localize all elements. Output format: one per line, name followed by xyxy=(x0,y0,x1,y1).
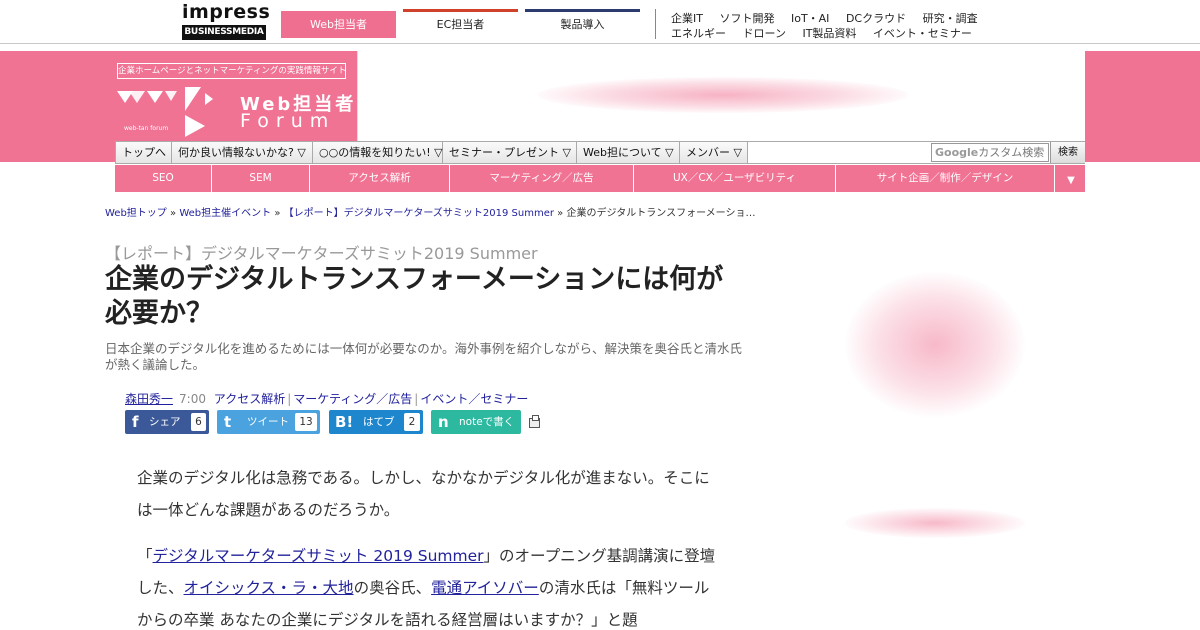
note-icon: n xyxy=(438,413,449,431)
breadcrumb-sep: » xyxy=(274,208,281,219)
site-logo-small: web-tan forum xyxy=(124,125,169,132)
menu-item-want-info[interactable]: ○○の情報を知りたい! ▽ xyxy=(313,142,443,163)
company-link[interactable]: オイシックス・ラ・大地 xyxy=(184,579,354,597)
note-write-button[interactable]: n noteで書く xyxy=(431,410,521,434)
publish-time: 7:00 xyxy=(179,392,206,406)
tag-link[interactable]: アクセス解析 xyxy=(214,392,285,406)
article-paragraph: 企業のデジタル化は急務である。しかし、なかなかデジタル化が進まない。そこには一体… xyxy=(137,469,710,519)
search-input[interactable]: Googleカスタム検索 xyxy=(931,143,1049,162)
category-site-design[interactable]: サイト企画／制作／デザイン xyxy=(836,165,1055,192)
network-link[interactable]: エネルギー xyxy=(671,27,726,40)
tag-separator: | xyxy=(287,392,292,406)
author-link[interactable]: 森田秀一 xyxy=(125,392,173,406)
text: の奥谷氏、 xyxy=(353,579,432,597)
article-title-line2: 必要か？ xyxy=(105,298,213,329)
text: 「 xyxy=(137,547,153,565)
hatena-bookmark-count: 2 xyxy=(404,413,420,431)
tab-web-tantousha[interactable]: Web担当者 xyxy=(281,11,396,38)
search-placeholder: カスタム検索 xyxy=(978,146,1045,159)
category-marketing[interactable]: マーケティング／広告 xyxy=(450,165,634,192)
facebook-share-button[interactable]: f シェア 6 xyxy=(125,410,209,434)
category-ux[interactable]: UX／CX／ユーザビリティ xyxy=(634,165,836,192)
banner-ad-image xyxy=(538,77,908,113)
facebook-share-label: シェア xyxy=(149,416,181,428)
tag-link[interactable]: マーケティング／広告 xyxy=(293,392,412,406)
divider xyxy=(655,9,656,39)
banner-ad[interactable] xyxy=(357,51,1085,141)
network-links-row2: エネルギー ドローン IT製品資料 イベント・セミナー xyxy=(671,25,985,41)
article-lead: 日本企業のデジタル化を進めるためには一体何が必要なのか。海外事例を紹介しながら、… xyxy=(105,341,743,372)
category-access-analysis[interactable]: アクセス解析 xyxy=(310,165,450,192)
hatena-bookmark-label: はてブ xyxy=(363,416,395,428)
network-link[interactable]: 企業IT xyxy=(671,12,703,25)
breadcrumb-sep: » xyxy=(557,208,564,219)
twitter-share-button[interactable]: t ツイート 13 xyxy=(217,410,320,434)
sidebar-ad[interactable] xyxy=(845,508,1025,538)
hatena-bookmark-button[interactable]: B! はてブ 2 xyxy=(329,410,423,434)
impress-sub-wordmark: BUSINESSMEDIA xyxy=(182,25,266,40)
network-link[interactable]: IoT・AI xyxy=(791,12,829,25)
network-link[interactable]: ドローン xyxy=(743,27,786,40)
tab-seihin-dounyu[interactable]: 製品導入 xyxy=(525,9,640,37)
facebook-icon: f xyxy=(132,413,139,431)
facebook-share-count: 6 xyxy=(191,413,206,431)
menu-item-member[interactable]: メンバー ▽ xyxy=(680,142,748,163)
impress-wordmark: impress xyxy=(182,1,271,23)
breadcrumb-current: 企業のデジタルトランスフォーメーショ… xyxy=(566,208,756,219)
category-sem[interactable]: SEM xyxy=(212,165,310,192)
tag-link[interactable]: イベント／セミナー xyxy=(420,392,528,406)
menu-item-seminar[interactable]: セミナー・プレゼント ▽ xyxy=(443,142,577,163)
network-link[interactable]: ソフト開発 xyxy=(719,12,774,25)
google-brand: Google xyxy=(935,146,979,159)
menu-item-good-info[interactable]: 何か良い情報ないかな? ▽ xyxy=(172,142,313,163)
note-write-label: noteで書く xyxy=(459,416,515,428)
print-icon[interactable] xyxy=(529,415,540,428)
site-tagline: 企業ホームページとネットマーケティングの実践情報サイト xyxy=(117,63,346,79)
tag-separator: | xyxy=(414,392,419,406)
impress-logo[interactable]: impress BUSINESSMEDIA xyxy=(182,1,270,40)
article-title: 企業のデジタルトランスフォーメーションには何が 必要か？ xyxy=(105,263,755,331)
network-link[interactable]: IT製品資料 xyxy=(802,27,856,40)
site-logo-forum: Forum xyxy=(240,110,336,132)
category-seo[interactable]: SEO xyxy=(115,165,212,192)
article-title-line1: 企業のデジタルトランスフォーメーションには何が xyxy=(105,264,724,295)
twitter-icon: t xyxy=(224,413,232,431)
tab-ec-tantousha[interactable]: EC担当者 xyxy=(403,9,518,37)
network-link[interactable]: DCクラウド xyxy=(846,12,906,25)
breadcrumb-link[interactable]: Web担主催イベント xyxy=(179,208,271,219)
hatena-icon: B! xyxy=(335,413,354,431)
category-nav: SEO SEM アクセス解析 マーケティング／広告 UX／CX／ユーザビリティ … xyxy=(115,165,1085,192)
breadcrumb-link[interactable]: 【レポート】デジタルマーケターズサミット2019 Summer xyxy=(284,208,554,219)
network-link[interactable]: イベント・セミナー xyxy=(873,27,972,40)
main-menu: トップへ 何か良い情報ないかな? ▽ ○○の情報を知りたい! ▽ セミナー・プレ… xyxy=(115,141,1085,164)
network-links-row1: 企業IT ソフト開発 IoT・AI DCクラウド 研究・調査 xyxy=(671,10,991,26)
menu-item-about[interactable]: Web担について ▽ xyxy=(577,142,680,163)
breadcrumb: Web担トップ » Web担主催イベント » 【レポート】デジタルマーケターズサ… xyxy=(105,204,755,219)
twitter-share-count: 13 xyxy=(295,413,317,431)
chevron-down-icon[interactable]: ▼ xyxy=(1057,165,1085,192)
article-series: 【レポート】デジタルマーケターズサミット2019 Summer xyxy=(105,244,538,263)
search-button[interactable]: 検索 xyxy=(1050,142,1085,163)
breadcrumb-sep: » xyxy=(170,208,177,219)
article-paragraph: 「デジタルマーケターズサミット 2019 Summer」のオープニング基調講演に… xyxy=(137,540,717,630)
menu-item-top[interactable]: トップへ xyxy=(116,142,172,163)
network-link[interactable]: 研究・調査 xyxy=(923,12,978,25)
breadcrumb-link[interactable]: Web担トップ xyxy=(105,208,167,219)
event-link[interactable]: デジタルマーケターズサミット 2019 Summer xyxy=(153,547,484,565)
network-bar: impress BUSINESSMEDIA Web担当者 EC担当者 製品導入 … xyxy=(0,0,1200,44)
twitter-share-label: ツイート xyxy=(247,416,289,428)
company-link[interactable]: 電通アイソバー xyxy=(431,579,539,597)
sidebar-ad[interactable] xyxy=(845,272,1025,417)
article-meta: 森田秀一 7:00 アクセス解析 | マーケティング／広告 | イベント／セミナー xyxy=(125,390,528,407)
